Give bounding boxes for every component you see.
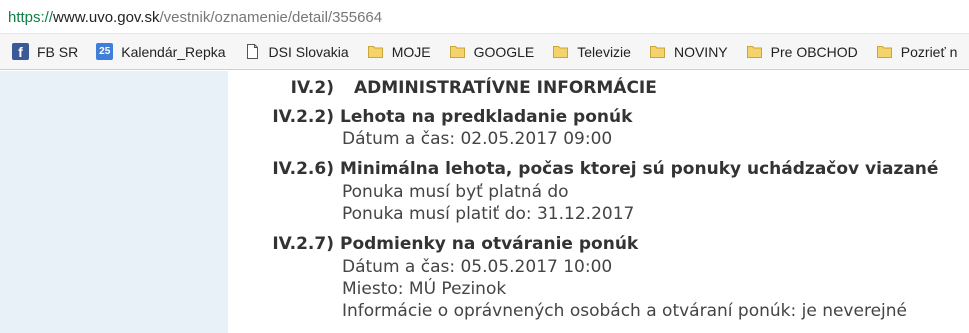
bookmark-fb-sr[interactable]: f FB SR (12, 43, 78, 60)
item-number: IV.2.7) (272, 234, 334, 254)
bookmark-label: Kalendár_Repka (121, 43, 226, 60)
bookmark-kalendar-repka[interactable]: 25 Kalendár_Repka (96, 43, 226, 60)
bookmark-dsi-slovakia[interactable]: DSI Slovakia (244, 43, 349, 60)
item-detail-line: Dátum a čas: 05.05.2017 10:00 (342, 257, 613, 277)
bookmarks-bar: f FB SR 25 Kalendár_Repka DSI Slovakia M… (0, 34, 969, 70)
bookmark-label: Pozrieť n (900, 43, 958, 60)
url-path: /vestnik/oznamenie/detail/355664 (159, 9, 383, 26)
item-detail-line: Ponuka musí byť platná do (342, 182, 569, 202)
facebook-icon: f (12, 43, 29, 60)
folder-icon (876, 43, 893, 60)
url-scheme: https:// (8, 9, 54, 26)
item-title: Lehota na predkladanie ponúk (340, 107, 633, 127)
address-bar[interactable]: https://www.uvo.gov.sk/vestnik/oznamenie… (0, 0, 969, 34)
bookmark-label: NOVINY (673, 43, 728, 60)
item-detail-line: Dátum a čas: 02.05.2017 09:00 (342, 129, 613, 149)
bookmark-folder-pre-obchod[interactable]: Pre OBCHOD (746, 43, 858, 60)
folder-icon (649, 43, 666, 60)
folder-icon (746, 43, 763, 60)
bookmark-label: FB SR (37, 43, 79, 60)
bookmark-label: DSI Slovakia (268, 43, 349, 60)
section-title: ADMINISTRATÍVNE INFORMÁCIE (354, 78, 657, 98)
item-detail-line: Informácie o oprávnených osobách a otvár… (342, 301, 907, 321)
bookmark-folder-google[interactable]: GOOGLE (449, 43, 535, 60)
bookmark-folder-noviny[interactable]: NOVINY (649, 43, 728, 60)
item-detail-line: Miesto: MÚ Pezinok (342, 279, 507, 299)
folder-icon (552, 43, 569, 60)
bookmark-folder-moje[interactable]: MOJE (367, 43, 431, 60)
item-detail-line: Ponuka musí platiť do: 31.12.2017 (342, 204, 635, 224)
folder-icon (367, 43, 384, 60)
page-icon (244, 43, 261, 60)
bookmark-label: Televizie (577, 43, 631, 60)
folder-icon (449, 43, 466, 60)
item-title: Podmienky na otváranie ponúk (340, 234, 639, 254)
item-title: Minimálna lehota, počas ktorej sú ponuky… (340, 159, 939, 179)
bookmark-folder-televizie[interactable]: Televizie (552, 43, 631, 60)
bookmark-label: GOOGLE (473, 43, 535, 60)
item-number: IV.2.2) (272, 107, 334, 127)
notice-content: IV.2) ADMINISTRATÍVNE INFORMÁCIE IV.2.2)… (228, 71, 969, 333)
url-host: www.uvo.gov.sk (53, 9, 160, 26)
section-number: IV.2) (290, 78, 334, 98)
bookmark-label: Pre OBCHOD (770, 43, 858, 60)
item-number: IV.2.6) (272, 159, 334, 179)
calendar-icon: 25 (96, 43, 114, 60)
bookmark-folder-pozriet[interactable]: Pozrieť n (876, 43, 958, 60)
bookmark-label: MOJE (391, 43, 431, 60)
left-sidebar (0, 71, 228, 333)
